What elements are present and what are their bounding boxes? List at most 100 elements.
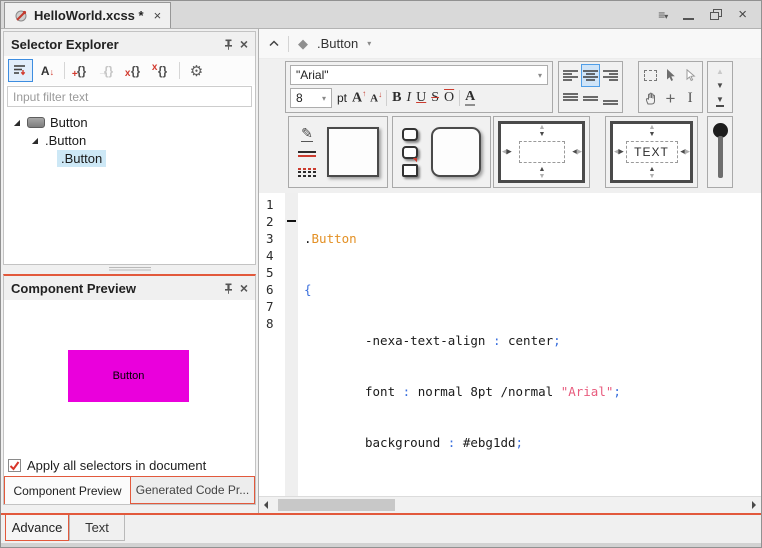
sort-order-button[interactable] <box>8 59 33 82</box>
add-selector-button[interactable]: {}+ <box>69 59 94 82</box>
text-padding-control[interactable]: ◀▶ ▲▼ TEXT ◀▶ ▲▼ <box>610 121 693 183</box>
tree-item-dot-button-selected[interactable]: .Button <box>4 149 255 167</box>
right-arrows-icon[interactable]: ◀▶ <box>680 149 689 156</box>
tab-component-preview[interactable]: Component Preview <box>4 476 131 504</box>
close-panel-icon[interactable]: × <box>240 36 248 52</box>
line-number: 1 <box>266 196 285 213</box>
italic-button[interactable]: I <box>406 91 411 105</box>
pencil-icon[interactable]: ✎ <box>301 126 313 142</box>
padding-group: ◀▶ ▲▼ ◀▶ ▲▼ <box>493 116 590 188</box>
underline-button[interactable]: U <box>416 91 426 105</box>
tree-expand-icon[interactable]: ◢ <box>12 118 22 127</box>
delete-all-selectors-button[interactable]: {}x <box>150 59 175 82</box>
bottom-arrows-icon[interactable]: ▲▼ <box>649 166 655 180</box>
scroll-end-icon[interactable]: ▼ <box>716 95 724 107</box>
selector-explorer-header: Selector Explorer × <box>4 32 255 56</box>
apply-selectors-row: Apply all selectors in document <box>4 455 255 476</box>
font-increase-button[interactable]: A↑ <box>352 90 365 106</box>
align-center-button[interactable] <box>581 64 601 87</box>
fold-collapse-icon[interactable] <box>287 220 296 222</box>
pin-icon[interactable] <box>223 283 234 294</box>
right-arrows-icon[interactable]: ◀▶ <box>572 149 581 156</box>
left-arrows-icon[interactable]: ◀▶ <box>614 149 623 156</box>
settings-gear-icon[interactable]: ⚙ <box>184 59 209 82</box>
breadcrumb: ◆ .Button ▾ <box>259 29 761 59</box>
align-left-button[interactable] <box>561 64 581 87</box>
scrollbar-thumb[interactable] <box>278 499 395 511</box>
document-tab-close-icon[interactable]: × <box>154 8 162 23</box>
code-line-3: -nexa-text-align : center; <box>298 332 621 349</box>
overline-button[interactable]: O <box>444 91 454 105</box>
close-window-icon[interactable]: × <box>738 6 747 23</box>
border-dashed-icon[interactable] <box>298 166 316 178</box>
valign-bottom-button[interactable] <box>600 87 620 110</box>
radius-preview-swatch[interactable] <box>431 127 481 177</box>
tab-text[interactable]: Text <box>69 515 125 541</box>
mode-tab-bar: Advance Text <box>1 513 761 548</box>
top-arrows-icon[interactable]: ▲▼ <box>649 124 655 138</box>
document-tab[interactable]: HelloWorld.xcss * × <box>4 2 171 28</box>
scrollbar-right-arrow[interactable] <box>752 501 756 509</box>
delete-selector-button[interactable]: {}x <box>123 59 148 82</box>
filter-input[interactable] <box>8 87 251 106</box>
slider-track[interactable] <box>718 136 723 178</box>
valign-top-button[interactable] <box>561 87 581 110</box>
bottom-arrows-icon[interactable]: ▲▼ <box>539 166 545 180</box>
tab-generated-code-preview[interactable]: Generated Code Pr... <box>131 476 255 504</box>
scroll-down-icon[interactable]: ▼ <box>716 81 724 90</box>
tree-item-button[interactable]: ◢ Button <box>4 113 255 131</box>
collapse-chevron-icon[interactable] <box>269 40 279 47</box>
border-lines-icon[interactable] <box>298 149 316 159</box>
top-arrows-icon[interactable]: ▲▼ <box>539 124 545 138</box>
tree-expand-icon[interactable]: ◢ <box>30 136 40 145</box>
font-decrease-button[interactable]: A↓ <box>370 91 381 105</box>
titlebar: HelloWorld.xcss * × ≡▾ × <box>1 1 761 29</box>
tree-item-dot-button[interactable]: ◢ .Button <box>4 131 255 149</box>
breadcrumb-dropdown-icon[interactable]: ▾ <box>367 39 371 48</box>
border-preview-swatch[interactable] <box>327 127 379 177</box>
font-family-value: "Arial" <box>296 68 329 82</box>
font-size-select[interactable]: 8 ▾ <box>290 88 332 108</box>
unit-label: pt <box>337 91 347 105</box>
selector-explorer-title: Selector Explorer <box>11 37 119 52</box>
font-size-value: 8 <box>296 91 303 105</box>
apply-selectors-checkbox[interactable] <box>8 459 21 472</box>
sort-alpha-button[interactable]: A↓ <box>35 59 60 82</box>
move-selector-button[interactable]: {}→ <box>96 59 121 82</box>
tools-group: + I <box>638 61 703 113</box>
minimize-icon[interactable] <box>683 18 694 20</box>
scroll-up-icon[interactable]: ▲ <box>716 67 724 76</box>
chevron-down-icon: ▾ <box>322 94 326 103</box>
strikethrough-button[interactable]: S <box>431 91 439 105</box>
tree-item-label: Button <box>50 115 88 130</box>
restore-icon[interactable] <box>710 9 722 20</box>
radius-square-icon[interactable] <box>402 164 418 177</box>
border-style-group: ✎ <box>288 116 388 188</box>
text-cursor-tool[interactable]: I <box>680 87 700 110</box>
pointer-outline-tool[interactable] <box>680 64 700 87</box>
window-menu-icon[interactable]: ≡▾ <box>658 8 667 22</box>
add-tool[interactable]: + <box>661 87 681 110</box>
hand-tool[interactable] <box>641 87 661 110</box>
font-family-select[interactable]: "Arial" ▾ <box>290 65 548 85</box>
padding-control[interactable]: ◀▶ ▲▼ ◀▶ ▲▼ <box>498 121 585 183</box>
line-number: 8 <box>266 315 285 332</box>
close-panel-icon[interactable]: × <box>240 280 248 296</box>
radius-small-icon[interactable] <box>402 128 418 141</box>
text-color-button[interactable]: A <box>465 90 475 106</box>
filter-box <box>7 86 252 107</box>
scrollbar-left-arrow[interactable] <box>264 501 268 509</box>
align-right-button[interactable] <box>600 64 620 87</box>
code-line-2: { <box>298 281 621 298</box>
marquee-select-tool[interactable] <box>641 64 661 87</box>
pointer-tool[interactable] <box>661 64 681 87</box>
left-arrows-icon[interactable]: ◀▶ <box>502 149 511 156</box>
horizontal-scrollbar[interactable] <box>259 496 761 513</box>
xcss-code-editor[interactable]: 1 2 3 4 5 6 7 8 .Button { -nexa-text-ali… <box>259 193 761 496</box>
bold-button[interactable]: B <box>392 91 401 105</box>
tab-advance[interactable]: Advance <box>5 515 69 541</box>
pin-icon[interactable] <box>223 39 234 50</box>
horizontal-splitter[interactable] <box>1 265 258 274</box>
radius-edit-icon[interactable] <box>402 146 418 159</box>
valign-middle-button[interactable] <box>581 87 601 110</box>
